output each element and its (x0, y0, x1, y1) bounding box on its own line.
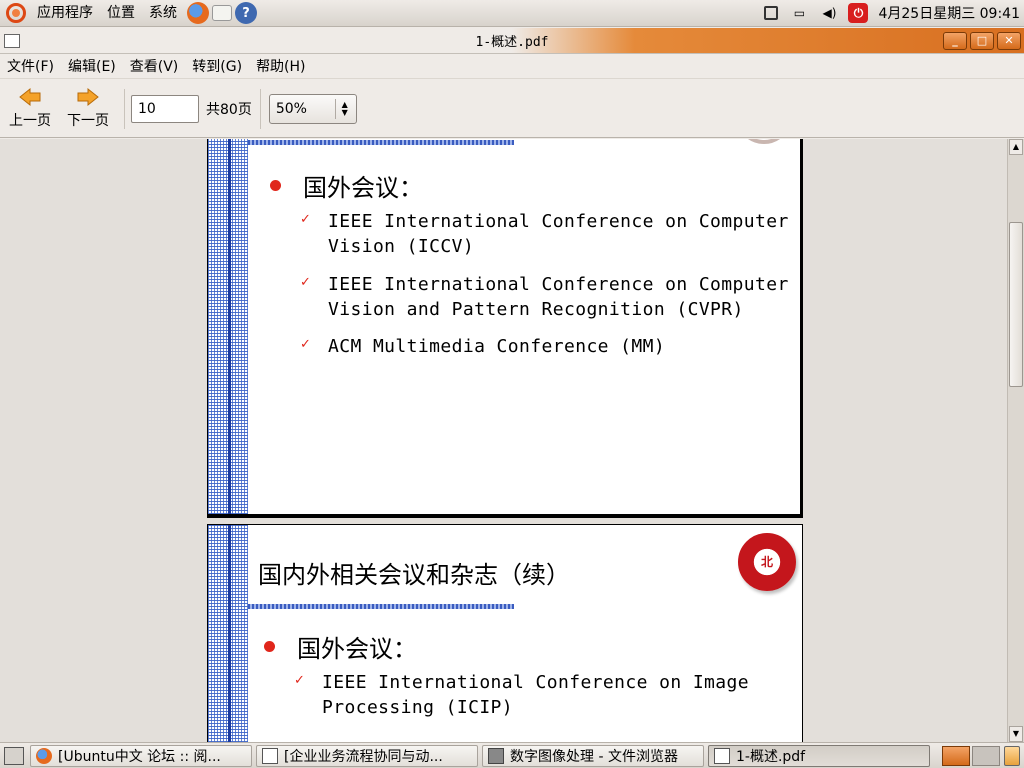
system-menu[interactable]: 系统 (142, 0, 184, 27)
menu-file[interactable]: 文件(F) (0, 55, 61, 79)
toolbar-separator (124, 88, 125, 129)
taskbar-item-label: [Ubuntu中文 论坛 :: 阅... (58, 748, 221, 765)
scroll-up-icon[interactable]: ▲ (1009, 139, 1023, 155)
next-page-label: 下一页 (67, 113, 109, 129)
pdf-page: 国内外相关会议和杂志（续） 北 国外会议： ✓ IEEE Internation… (207, 524, 803, 742)
checkmark-icon: ✓ (300, 212, 311, 227)
vertical-scrollbar[interactable]: ▲ ▼ (1007, 139, 1024, 742)
window-buttons: _ □ ✕ (943, 31, 1021, 50)
trash-icon[interactable] (1004, 745, 1020, 766)
taskbar-item-active[interactable]: 1-概述.pdf (708, 744, 930, 767)
network-icon[interactable] (764, 6, 779, 20)
window-titlebar[interactable]: 1-概述.pdf _ □ ✕ (0, 28, 1024, 54)
list-item-text: IEEE International Conference on Compute… (328, 274, 789, 320)
previous-page-label: 上一页 (9, 113, 51, 129)
university-seal-icon (736, 139, 792, 144)
menu-go[interactable]: 转到(G) (185, 55, 249, 79)
folder-icon (488, 747, 504, 764)
list-item-text: ACM Multimedia Conference (MM) (328, 336, 666, 357)
applications-menu[interactable]: 应用程序 (30, 0, 100, 27)
ubuntu-logo-icon[interactable] (6, 3, 26, 23)
taskbar-item[interactable]: [企业业务流程协同与动... (256, 744, 478, 767)
checkmark-icon: ✓ (294, 673, 305, 688)
bullet-heading: 国外会议： (264, 629, 417, 664)
arrow-right-icon (76, 87, 100, 107)
next-page-button[interactable]: 下一页 (60, 87, 116, 130)
arrow-left-icon (18, 87, 42, 107)
page-total-label: 共80页 (206, 101, 252, 118)
panel-right: ▭ ◀) ⏻ 4月25日星期三 09:41 (758, 0, 1024, 26)
list-item: ✓ IEEE International Conference on Compu… (300, 209, 789, 259)
firefox-icon (36, 747, 52, 764)
slide-title: 国内外相关会议和杂志（续） (258, 561, 570, 589)
list-item-text: IEEE International Conference on Compute… (328, 211, 789, 257)
zoom-select[interactable]: 50% ▲ ▼ (268, 93, 357, 124)
printer-icon[interactable]: ▭ (790, 5, 808, 21)
workspace-switcher-1[interactable] (942, 745, 970, 766)
firefox-icon[interactable] (187, 2, 209, 24)
list-item: ✓ IEEE International Conference on Image… (294, 670, 749, 720)
document-icon (262, 747, 278, 764)
title-underline (248, 604, 514, 609)
menubar: 文件(F) 编辑(E) 查看(V) 转到(G) 帮助(H) (0, 55, 1024, 79)
slide-decoration-stripe (208, 525, 248, 742)
panel-left: 应用程序 位置 系统 ? (0, 0, 257, 26)
slide-decoration-stripe (208, 139, 248, 514)
menu-edit[interactable]: 编辑(E) (61, 55, 123, 79)
list-item: ✓ IEEE International Conference on Compu… (300, 272, 789, 322)
minimize-button[interactable]: _ (943, 31, 967, 50)
taskbar: [Ubuntu中文 论坛 :: 阅... [企业业务流程协同与动... 数字图像… (0, 742, 1024, 768)
places-menu[interactable]: 位置 (100, 0, 142, 27)
taskbar-item-label: 1-概述.pdf (736, 748, 806, 765)
volume-icon[interactable]: ◀) (820, 5, 838, 21)
bullet-heading-text: 国外会议： (297, 635, 417, 663)
scrollbar-thumb[interactable] (1009, 222, 1023, 387)
spin-arrows-icon: ▲ ▼ (341, 99, 348, 117)
top-panel: 应用程序 位置 系统 ? ▭ ◀) ⏻ 4月25日星期三 09:41 (0, 0, 1024, 27)
list-item-text: IEEE International Conference on Image P… (322, 672, 750, 718)
title-underline (248, 140, 514, 145)
list-item: ✓ ACM Multimedia Conference (MM) (300, 334, 665, 359)
power-icon[interactable]: ⏻ (848, 3, 869, 23)
zoom-divider (334, 98, 336, 119)
scroll-down-icon[interactable]: ▼ (1009, 726, 1023, 742)
maximize-button[interactable]: □ (970, 31, 994, 50)
clock[interactable]: 4月25日星期三 09:41 (878, 3, 1020, 23)
taskbar-item[interactable]: 数字图像处理 - 文件浏览器 (482, 744, 704, 767)
show-desktop-icon[interactable] (4, 746, 24, 765)
bullet-dot-icon (270, 180, 281, 191)
checkmark-icon: ✓ (300, 275, 311, 290)
checkmark-icon: ✓ (300, 337, 311, 352)
help-icon[interactable]: ? (235, 2, 257, 24)
pdf-page: 国外会议： ✓ IEEE International Conference on… (207, 139, 803, 518)
close-button[interactable]: ✕ (997, 31, 1021, 50)
workspace-switcher-2[interactable] (972, 745, 1000, 766)
pdf-icon (714, 747, 730, 764)
taskbar-item[interactable]: [Ubuntu中文 论坛 :: 阅... (30, 744, 252, 767)
zoom-value: 50% (275, 100, 307, 117)
toolbar: 上一页 下一页 共80页 50% ▲▼ (0, 80, 1024, 138)
taskbar-item-label: 数字图像处理 - 文件浏览器 (510, 748, 678, 765)
previous-page-button[interactable]: 上一页 (2, 87, 58, 130)
university-seal-icon: 北 (738, 533, 796, 591)
page-number-input[interactable] (131, 94, 199, 123)
mail-icon[interactable] (212, 5, 232, 21)
document-view[interactable]: 国外会议： ✓ IEEE International Conference on… (0, 139, 1007, 742)
bullet-dot-icon (264, 641, 275, 652)
menu-help[interactable]: 帮助(H) (249, 55, 312, 79)
menu-view[interactable]: 查看(V) (123, 55, 186, 79)
bullet-heading: 国外会议： (270, 168, 423, 203)
window-title: 1-概述.pdf (475, 35, 549, 50)
bullet-heading-text: 国外会议： (303, 174, 423, 202)
toolbar-separator (259, 88, 261, 129)
taskbar-item-label: [企业业务流程协同与动... (284, 748, 443, 765)
